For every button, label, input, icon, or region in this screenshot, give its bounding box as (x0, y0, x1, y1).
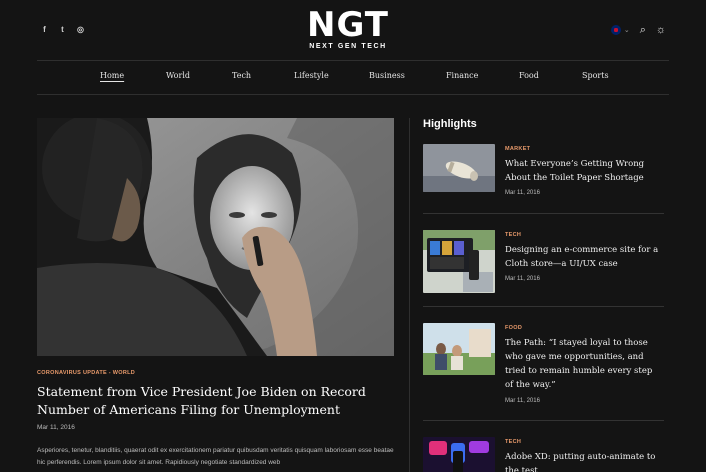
theme-toggle-icon[interactable]: ☼ (656, 24, 666, 36)
site-logo[interactable]: NGT NEXT GEN TECH (300, 8, 396, 50)
highlight-date: Mar 11, 2016 (505, 398, 540, 404)
highlight-category[interactable]: MARKET (505, 146, 530, 152)
search-icon[interactable]: ⌕ (640, 24, 646, 36)
logo-mark: NGT (307, 5, 389, 45)
highlight-item[interactable]: TECH Designing an e-commerce site for a … (423, 230, 664, 295)
main-nav: Home World Tech Lifestyle Business Finan… (37, 62, 669, 92)
header-tools: ⌄ ⌕ ☼ (610, 24, 666, 36)
highlight-thumbnail[interactable] (423, 144, 495, 192)
nav-item-world[interactable]: World (166, 71, 190, 80)
site-header: f t ◎ NGT NEXT GEN TECH ⌄ ⌕ ☼ (0, 0, 706, 60)
nav-item-food[interactable]: Food (519, 71, 539, 80)
nav-item-business[interactable]: Business (369, 71, 405, 80)
highlights-heading: Highlights (423, 118, 477, 130)
nav-divider (37, 94, 669, 95)
uk-flag-icon[interactable] (610, 25, 621, 35)
hero-image[interactable] (37, 118, 394, 356)
hero-excerpt: Asperiores, tenetur, blanditiis, quaerat… (37, 447, 394, 466)
twitter-icon[interactable]: t (58, 25, 67, 35)
highlight-thumbnail[interactable] (423, 323, 495, 375)
highlight-divider (423, 306, 664, 307)
column-divider (409, 118, 410, 472)
highlight-thumbnail[interactable] (423, 437, 495, 472)
highlight-item[interactable]: TECH Adobe XD: putting auto-animate to t… (423, 437, 664, 472)
logo-tagline: NEXT GEN TECH (309, 43, 387, 50)
hero-date: Mar 11, 2016 (37, 424, 75, 431)
highlight-category[interactable]: TECH (505, 439, 521, 445)
highlight-date: Mar 11, 2016 (505, 276, 540, 282)
hero-title[interactable]: Statement from Vice President Joe Biden … (37, 383, 397, 419)
nav-item-finance[interactable]: Finance (446, 71, 478, 80)
highlight-item[interactable]: FOOD The Path: “I stayed loyal to those … (423, 323, 664, 408)
highlight-item[interactable]: MARKET What Everyone’s Getting Wrong Abo… (423, 144, 664, 204)
nav-item-sports[interactable]: Sports (582, 71, 609, 80)
highlight-date: Mar 11, 2016 (505, 190, 540, 196)
social-links: f t ◎ (40, 25, 85, 35)
highlight-title[interactable]: The Path: “I stayed loyal to those who g… (505, 336, 663, 392)
highlight-divider (423, 213, 664, 214)
hero-category[interactable]: CORONAVIRUS UPDATE - WORLD (37, 370, 135, 376)
facebook-icon[interactable]: f (40, 25, 49, 35)
chevron-down-icon[interactable]: ⌄ (624, 26, 630, 34)
highlight-category[interactable]: FOOD (505, 325, 522, 331)
highlight-category[interactable]: TECH (505, 232, 521, 238)
header-divider (37, 60, 669, 61)
instagram-icon[interactable]: ◎ (76, 25, 85, 35)
highlight-thumbnail[interactable] (423, 230, 495, 293)
highlight-divider (423, 420, 664, 421)
highlight-title[interactable]: Adobe XD: putting auto-animate to the te… (505, 450, 663, 472)
highlight-title[interactable]: Designing an e-commerce site for a Cloth… (505, 243, 663, 271)
nav-item-home[interactable]: Home (100, 71, 124, 80)
nav-item-lifestyle[interactable]: Lifestyle (294, 71, 329, 80)
hero-illustration (37, 118, 394, 356)
nav-item-tech[interactable]: Tech (232, 71, 251, 80)
highlight-title[interactable]: What Everyone’s Getting Wrong About the … (505, 157, 663, 185)
